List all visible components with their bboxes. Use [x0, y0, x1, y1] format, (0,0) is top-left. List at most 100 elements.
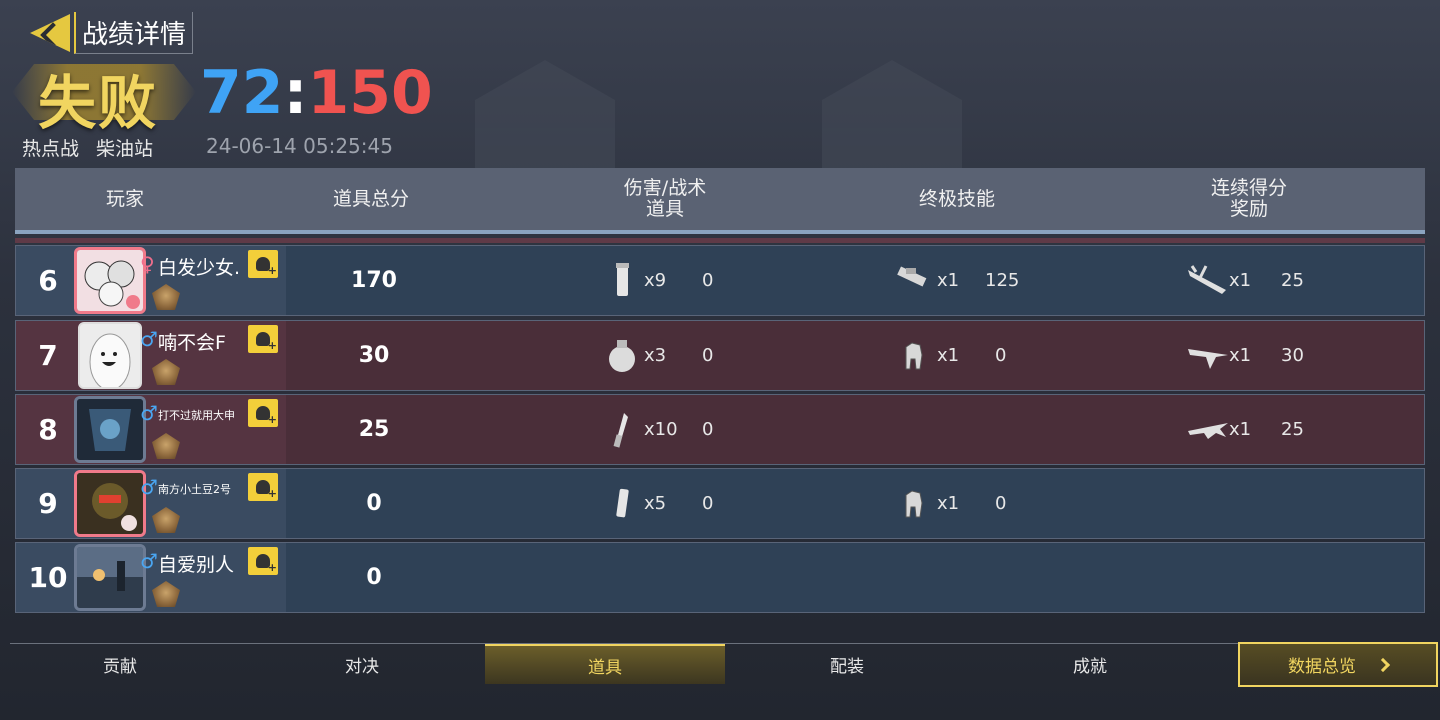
player-name: 打不过就用大申: [158, 409, 235, 422]
rank-number: 6: [38, 264, 58, 297]
ultimate-count: x1: [937, 345, 960, 366]
match-result: 失败: [38, 69, 159, 137]
tab-loadout[interactable]: 配装: [727, 644, 967, 684]
table-header: 玩家 道具总分 伤害/战术 道具 终极技能 连续得分 奖励: [15, 168, 1425, 234]
damage-count: x10: [644, 419, 678, 440]
minigun-ultimate-icon: [897, 266, 927, 287]
add-friend-button[interactable]: [248, 547, 278, 575]
rank-number: 9: [38, 487, 58, 520]
gender-male-icon: ♂: [140, 549, 158, 573]
jet-streak-icon: [1188, 423, 1228, 439]
rank-emblem-icon: [152, 284, 180, 310]
table-row[interactable]: 8 ♂ 打不过就用大申 25 x10 0 x1 25: [15, 394, 1425, 465]
gender-male-icon: ♂: [140, 475, 158, 499]
column-total: 道具总分: [332, 187, 409, 210]
avatar[interactable]: [74, 247, 146, 314]
damage-count: x9: [644, 270, 667, 291]
rank-emblem-icon: [152, 581, 180, 607]
throwing-knife-icon: [613, 413, 628, 448]
avatar[interactable]: [78, 322, 142, 389]
add-friend-icon: [256, 406, 277, 426]
streak-count: x1: [1229, 270, 1252, 291]
total-score: 0: [366, 565, 382, 590]
data-overview-button[interactable]: 数据总览: [1238, 642, 1438, 687]
tab-achievements[interactable]: 成就: [970, 644, 1210, 684]
damage-value: 0: [702, 345, 714, 366]
rank-emblem-icon: [152, 507, 180, 533]
ultimate-value: 0: [995, 493, 1007, 514]
tab-items[interactable]: 道具: [485, 644, 725, 684]
dog-ultimate-icon: [905, 490, 923, 518]
gender-male-icon: ♂: [140, 401, 158, 425]
thermite-icon: [616, 488, 629, 518]
add-friend-button[interactable]: [248, 325, 278, 353]
dog-ultimate-icon: [905, 342, 923, 370]
add-friend-icon: [256, 554, 277, 574]
column-ultimate: 终极技能: [918, 187, 995, 210]
avatar[interactable]: [74, 544, 146, 611]
chevron-right-icon: [1375, 657, 1391, 672]
score-blue: 72: [200, 58, 284, 128]
table-row[interactable]: 6 ♀ 白发少女. 170 x9 0 x1 125 x1 25: [15, 245, 1425, 316]
frag-grenade-icon: [609, 340, 635, 372]
streak-value: 25: [1281, 270, 1304, 291]
score-separator: :: [283, 58, 308, 128]
rank-number: 7: [38, 339, 58, 372]
ultimate-count: x1: [937, 270, 960, 291]
damage-value: 0: [702, 493, 714, 514]
total-score: 170: [351, 268, 397, 293]
player-name: 喃不会F: [158, 332, 226, 354]
match-datetime: 24-06-14 05:25:45: [206, 134, 393, 158]
player-cell: 6 ♀ 白发少女.: [16, 246, 286, 315]
column-streak: 连续得分 奖励: [1210, 177, 1287, 220]
table-row[interactable]: 7 ♂ 喃不会F 30 x3 0 x1 0 x1 30: [15, 320, 1425, 391]
back-arrow-icon[interactable]: [30, 14, 70, 52]
player-cell: 9 ♂ 南方小土豆2号: [16, 469, 286, 538]
drone-streak-icon: [1188, 349, 1228, 369]
table-row[interactable]: 9 ♂ 南方小土豆2号 0 x5 0 x1 0: [15, 468, 1425, 539]
player-cell: 8 ♂ 打不过就用大申: [16, 395, 286, 464]
damage-value: 0: [702, 419, 714, 440]
ultimate-value: 125: [985, 270, 1020, 291]
add-friend-button[interactable]: [248, 250, 278, 278]
ultimate-value: 0: [995, 345, 1007, 366]
tab-contribution[interactable]: 贡献: [0, 644, 240, 684]
table-row[interactable]: 10 ♂ 自爱别人 0: [15, 542, 1425, 613]
player-name: 白发少女.: [158, 257, 241, 279]
previous-row-edge: [15, 238, 1425, 243]
player-cell: 7 ♂ 喃不会F: [16, 321, 286, 390]
background-house-shape: [822, 60, 962, 170]
map-name: 柴油站: [96, 138, 154, 160]
player-cell: 10 ♂ 自爱别人: [16, 543, 286, 612]
total-score: 0: [366, 491, 382, 516]
missile-streak-icon: [1188, 265, 1226, 294]
add-friend-icon: [256, 332, 277, 352]
column-player: 玩家: [105, 187, 144, 210]
data-overview-label: 数据总览: [1288, 657, 1356, 677]
avatar[interactable]: [74, 396, 146, 463]
smoke-grenade-icon: [616, 263, 629, 296]
streak-value: 30: [1281, 345, 1304, 366]
rank-number: 10: [28, 561, 68, 594]
column-damage: 伤害/战术 道具: [623, 177, 707, 220]
avatar[interactable]: [74, 470, 146, 537]
damage-count: x3: [644, 345, 667, 366]
tab-duel[interactable]: 对决: [242, 644, 482, 684]
damage-value: 0: [702, 270, 714, 291]
gender-female-icon: ♀: [140, 252, 155, 276]
background-house-shape: [475, 60, 615, 170]
match-score: 72:150: [200, 58, 433, 128]
add-friend-icon: [256, 480, 277, 500]
total-score: 30: [358, 343, 390, 368]
page-title: 战绩详情: [74, 12, 194, 54]
rank-number: 8: [38, 413, 58, 446]
ultimate-count: x1: [937, 493, 960, 514]
game-mode: 热点战: [22, 138, 80, 160]
add-friend-icon: [256, 257, 277, 277]
add-friend-button[interactable]: [248, 399, 278, 427]
streak-count: x1: [1229, 419, 1252, 440]
streak-count: x1: [1229, 345, 1252, 366]
rank-emblem-icon: [152, 433, 180, 459]
player-name: 自爱别人: [158, 554, 235, 576]
add-friend-button[interactable]: [248, 473, 278, 501]
